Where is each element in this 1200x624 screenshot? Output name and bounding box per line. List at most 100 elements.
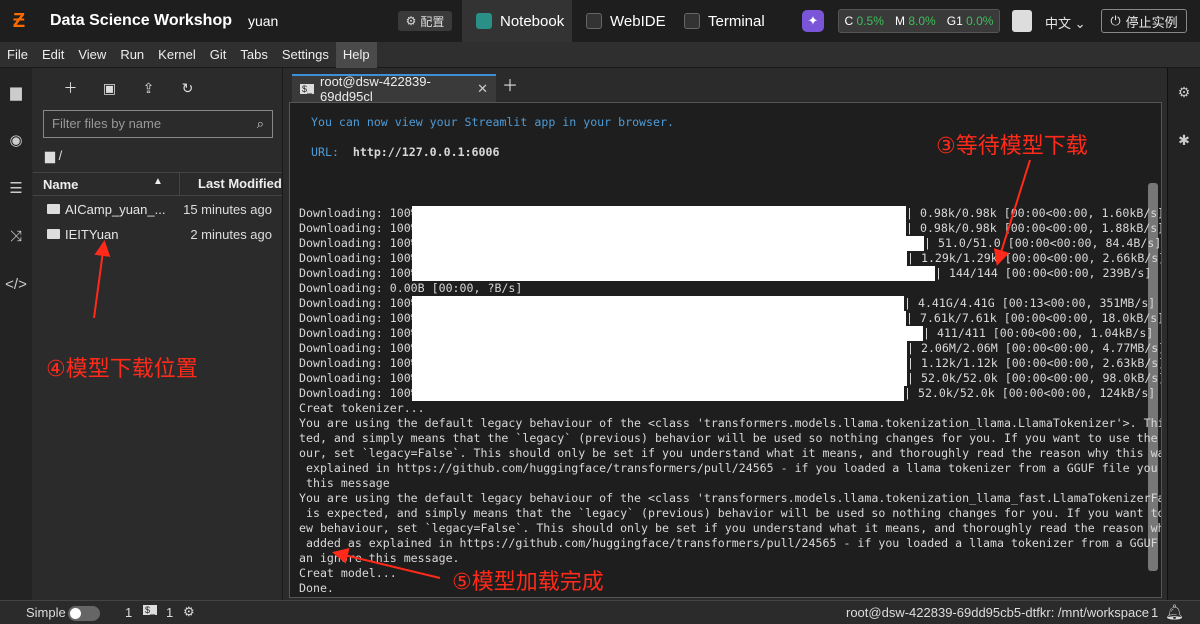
tab-webide[interactable]: WebIDE [572, 0, 672, 42]
log-line: is expected, and simply means that the `… [299, 506, 1162, 520]
download-label: Downloading: 100% [299, 341, 418, 355]
list-item[interactable]: AICamp_yuan_... 15 minutes ago [33, 198, 282, 222]
progress-bar [412, 251, 907, 266]
tab-terminal-session[interactable]: $_ root@dsw-422839-69dd95cl ✕ [292, 74, 496, 104]
menu-file[interactable]: File [0, 42, 35, 68]
cpu-label: C [844, 14, 854, 28]
menu-run[interactable]: Run [113, 42, 151, 68]
download-label: Downloading: 100% [299, 266, 418, 280]
download-label: Downloading: 0.00B [00:00, ?B/s] [299, 281, 523, 295]
running-icon[interactable]: ◉ [0, 116, 32, 164]
bell-icon[interactable]: 🔔︎ [1165, 603, 1184, 621]
terminal-output[interactable]: You can now view your Streamlit app in y… [289, 102, 1162, 598]
mem-value: 8.0% [908, 14, 936, 28]
log-line: Done. [299, 581, 334, 595]
refresh-icon[interactable]: ↻ [168, 80, 207, 97]
avatar[interactable] [1012, 10, 1032, 32]
top-bar: Ƶ Data Science Workshop yuan ⚙ 配置 Noteboo… [0, 0, 1200, 42]
file-browser: ＋ ▣ ⇪ ↻ Filter files by name ⌕ ▆ / Name ▲… [33, 68, 283, 600]
tab-label: Notebook [500, 12, 565, 30]
download-stats: | 0.98k/0.98k [00:00<00:00, 1.88kB/s] [906, 221, 1162, 235]
breadcrumb-root: / [58, 148, 63, 163]
debugger-icon[interactable]: ✱ [1168, 116, 1200, 164]
download-stats: | 1.12k/1.12k [00:00<00:00, 2.63kB/s] [907, 356, 1162, 370]
new-tab-icon[interactable]: ＋ [498, 76, 522, 100]
url-line: URL: http://127.0.0.1:6006 [311, 145, 499, 160]
simple-mode-toggle[interactable] [68, 606, 100, 621]
col-modified[interactable]: Last Modified [179, 173, 282, 195]
code-icon[interactable]: </> [0, 260, 32, 308]
download-stats: | 51.0/51.0 [00:00<00:00, 84.4B/s] [924, 236, 1162, 250]
menu-kernel[interactable]: Kernel [151, 42, 203, 68]
menu-tabs[interactable]: Tabs [233, 42, 274, 68]
notebook-icon [476, 13, 492, 29]
file-name: AICamp_yuan_... [65, 202, 166, 217]
stop-label: 停止实例 [1125, 14, 1178, 30]
progress-bar [412, 371, 907, 386]
property-inspector-icon[interactable]: ⚙ [1168, 68, 1200, 116]
terminal-path: root@dsw-422839-69dd95cb5-dtfkr: /mnt/wo… [846, 605, 1149, 620]
menu-edit[interactable]: Edit [35, 42, 71, 68]
app-name: Data Science Workshop [50, 12, 232, 29]
progress-bar [412, 266, 935, 281]
tab-notebook[interactable]: Notebook [462, 0, 572, 42]
close-icon[interactable]: ✕ [477, 81, 488, 97]
menu-settings[interactable]: Settings [275, 42, 336, 68]
annotation-step4: ④模型下载位置 [46, 357, 198, 382]
upload-icon[interactable]: ⇪ [129, 80, 168, 97]
folder-icon: ▆ [45, 148, 55, 163]
folder-icon [47, 204, 60, 214]
progress-bar [412, 296, 904, 311]
sort-up-icon: ▲ [153, 176, 163, 187]
stop-instance-button[interactable]: ⏻ 停止实例 [1101, 9, 1187, 33]
app-logo-icon[interactable]: Ƶ [0, 0, 38, 42]
language-select[interactable]: 中文 ⌄ [1045, 13, 1086, 32]
git-icon[interactable]: ⤨ [0, 212, 32, 260]
folder-icon[interactable]: ▆ [0, 68, 32, 116]
new-folder-icon[interactable]: ▣ [90, 80, 129, 97]
filter-input[interactable]: Filter files by name ⌕ [43, 110, 273, 138]
download-stats: | 2.06M/2.06M [00:00<00:00, 4.77MB/s] [907, 341, 1162, 355]
progress-bar [412, 341, 907, 356]
progress-bar [412, 236, 924, 251]
progress-bar [412, 206, 906, 221]
menu-git[interactable]: Git [203, 42, 234, 68]
progress-bar [412, 221, 906, 236]
file-toolbar: ＋ ▣ ⇪ ↻ [33, 68, 282, 108]
progress-bar [412, 326, 923, 341]
new-launcher-icon[interactable]: ＋ [51, 78, 90, 98]
list-item[interactable]: IEITYuan 2 minutes ago [33, 223, 282, 247]
download-stats: | 144/144 [00:00<00:00, 239B/s] [935, 266, 1152, 280]
breadcrumb[interactable]: ▆ / [45, 148, 62, 164]
download-label: Downloading: 100% [299, 356, 418, 370]
assistant-icon[interactable]: ✦ [802, 10, 824, 32]
status-bar: Simple 1 $_ 1 ⚙ root@dsw-422839-69dd95cb… [0, 600, 1200, 624]
log-line: added as explained in https://github.com… [299, 536, 1162, 550]
menu-view[interactable]: View [71, 42, 113, 68]
simple-mode-label: Simple [26, 605, 66, 620]
language-label: 中文 [1045, 16, 1072, 31]
power-icon: ⏻ [1110, 13, 1121, 28]
terminal-icon[interactable]: $_ [143, 605, 158, 615]
chevron-down-icon: ⌄ [1074, 16, 1086, 31]
config-label: 配置 [420, 14, 445, 29]
progress-bar [412, 311, 906, 326]
download-stats: | 52.0k/52.0k [00:00<00:00, 124kB/s] [904, 386, 1156, 400]
download-stats: | 4.41G/4.41G [00:13<00:00, 351MB/s] [904, 296, 1156, 310]
toc-icon[interactable]: ☰ [0, 164, 32, 212]
right-sidebar: ⚙ ✱ [1167, 68, 1200, 600]
left-sidebar: ▆ ◉ ☰ ⤨ </> [0, 68, 32, 600]
search-icon: ⌕ [256, 116, 264, 131]
settings-icon[interactable]: ⚙ [183, 604, 195, 620]
config-button[interactable]: ⚙ 配置 [398, 11, 452, 31]
workspace-name: yuan [247, 13, 279, 29]
resource-metrics: C 0.5% M 8.0% G1 0.0% [838, 9, 1000, 33]
tab-terminal[interactable]: Terminal [670, 0, 780, 42]
gpu-value: 0.0% [966, 14, 994, 28]
log-line: explained in https://github.com/huggingf… [299, 461, 1162, 475]
menu-help[interactable]: Help [335, 41, 377, 68]
col-name[interactable]: Name [43, 177, 78, 192]
terminal-count: 1 [166, 605, 174, 620]
download-label: Downloading: 100% [299, 326, 418, 340]
notification-count: 1 [1151, 605, 1159, 620]
